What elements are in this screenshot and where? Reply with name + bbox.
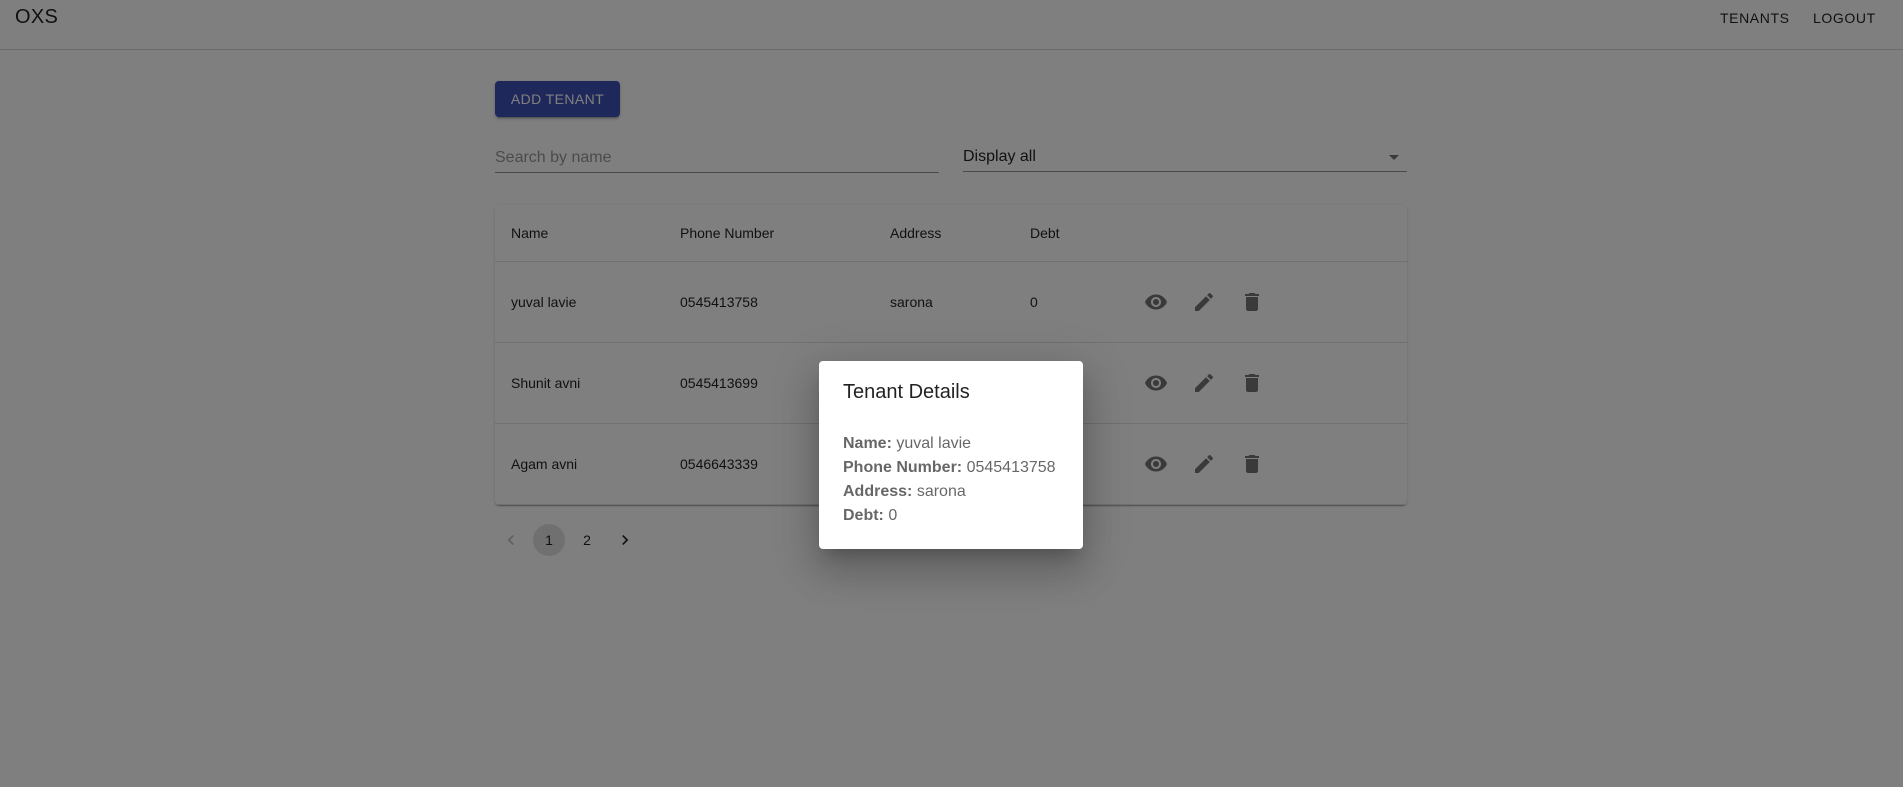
detail-name-label: Name: xyxy=(843,435,892,452)
detail-address: Address: sarona xyxy=(843,483,966,501)
detail-address-value: sarona xyxy=(916,483,966,500)
detail-name: Name: yuval lavie xyxy=(843,435,971,453)
detail-debt-label: Debt: xyxy=(843,507,884,524)
detail-phone-value: 0545413758 xyxy=(966,459,1056,476)
dialog-title: Tenant Details xyxy=(843,381,970,403)
detail-name-value: yuval lavie xyxy=(896,435,972,452)
detail-address-label: Address: xyxy=(843,483,913,500)
detail-debt: Debt: 0 xyxy=(843,507,897,525)
detail-phone-label: Phone Number: xyxy=(843,459,963,476)
tenant-details-dialog: Tenant Details Name: yuval lavie Phone N… xyxy=(819,361,1083,549)
detail-phone: Phone Number: 0545413758 xyxy=(843,459,1056,477)
detail-debt-value: 0 xyxy=(888,507,898,524)
